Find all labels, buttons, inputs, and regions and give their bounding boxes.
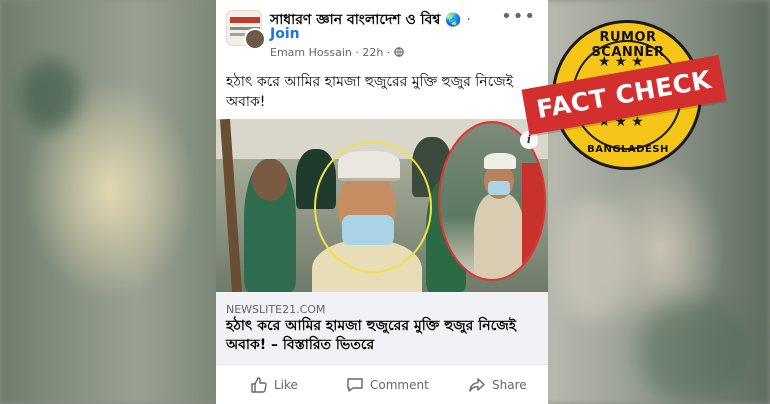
post-caption: হঠাৎ করে আমির হামজা হুজুরের মুক্তি হুজুর… [226,74,514,110]
post-time[interactable]: 22h [362,46,383,59]
share-arrow-icon [469,378,485,392]
fact-check-badge: RUMOR SCANNER ★★★ ★★★ BANGLADESH FACT CH… [521,20,727,180]
share-button[interactable]: Share [468,365,527,404]
meta-separator-2: · [386,46,391,59]
link-domain: NEWSLITE21.COM [226,303,326,316]
link-title[interactable]: হঠাৎ করে আমির হামজা হুজুরের মুক্তি হুজুর… [226,317,542,355]
link-preview[interactable]: NEWSLITE21.COM হঠাৎ করে আমির হামজা হুজুর… [216,292,548,364]
public-globe-icon [394,47,404,57]
meta-separator: · [355,46,359,59]
comment-label: Comment [370,378,429,392]
comment-bubble-icon [347,378,363,392]
bystander-head [252,159,288,201]
yellow-highlight-circle [314,141,432,273]
comment-button[interactable]: Comment [346,365,429,404]
author-avatar[interactable] [244,28,266,50]
join-group-link[interactable]: Join [270,26,300,42]
group-name[interactable]: সাধারণ জ্ঞান বাংলাদেশ ও বিশ্ব 🌏 · [270,8,471,32]
post-header: সাধারণ জ্ঞান বাংলাদেশ ও বিশ্ব 🌏 · Join E… [216,0,548,64]
post-meta: Emam Hossain · 22h · [270,46,404,59]
badge-stars-top: ★★★ [598,54,648,70]
badge-bottom-text: BANGLADESH [587,144,669,155]
author-name[interactable]: Emam Hossain [270,46,352,59]
like-button[interactable]: Like [250,365,298,404]
like-label: Like [274,378,298,392]
globe-emoji-icon: 🌏 [445,13,462,28]
post-photo[interactable]: i [216,119,548,292]
share-label: Share [492,378,527,392]
separator-dot: · [466,12,471,28]
facebook-post: সাধারণ জ্ঞান বাংলাদেশ ও বিশ্ব 🌏 · Join E… [216,0,548,404]
thumbs-up-icon [251,377,267,393]
post-actions: Like Comment Share [216,364,548,404]
